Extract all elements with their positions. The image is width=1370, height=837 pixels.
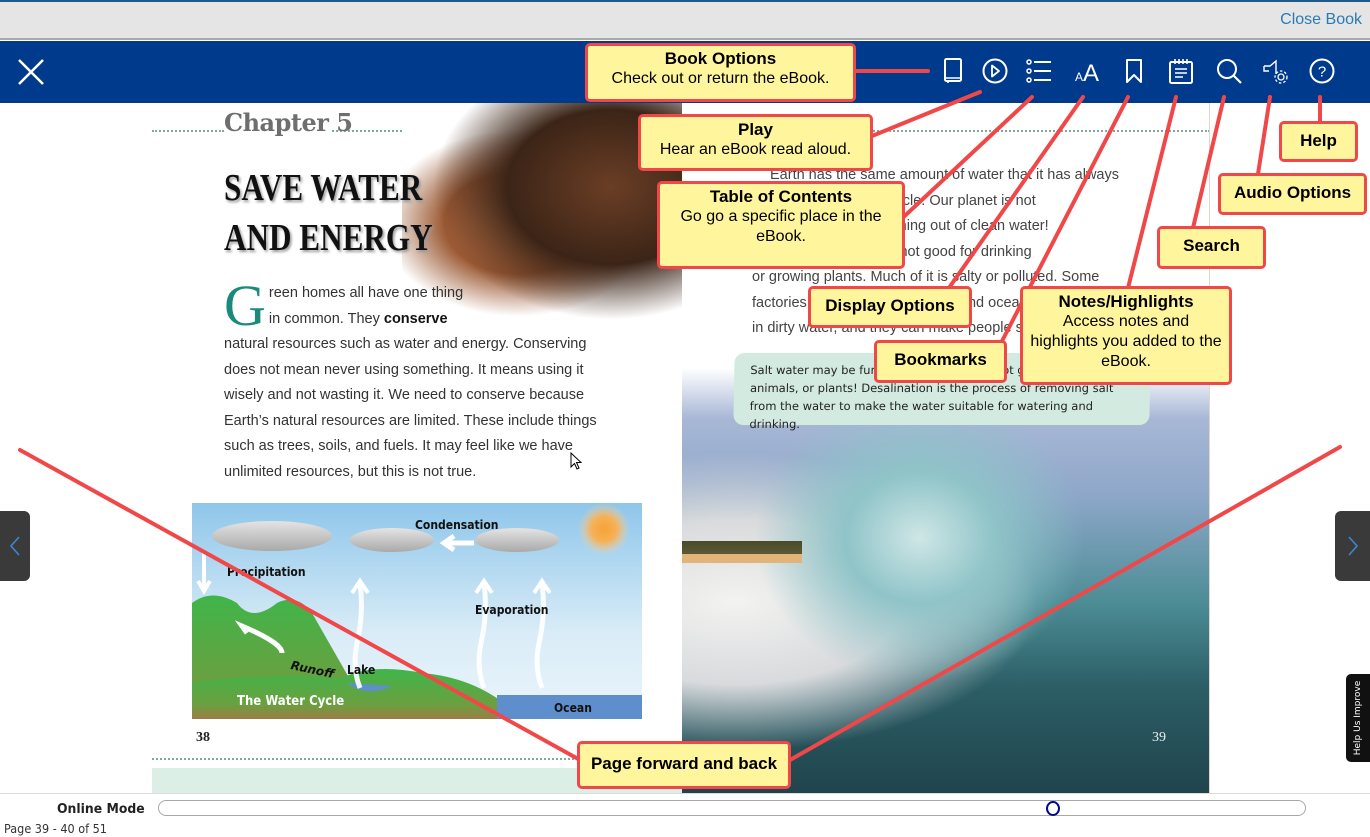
book-options-button[interactable] [937,55,969,87]
annotation-title: Table of Contents [709,187,853,206]
notes-highlights-button[interactable] [1165,55,1197,87]
annotation-desc: Check out or return the eBook. [611,70,830,87]
label-ocean: Ocean [554,701,592,715]
chapter-label: Chapter 5 [224,108,353,137]
help-button[interactable]: ? [1306,55,1338,87]
sun-icon [578,503,630,555]
close-icon [18,59,44,85]
annotation-help: Help [1279,121,1358,162]
annotation-bookmarks: Bookmarks [874,340,1007,383]
paragraph-line: reen homes all have one thing [268,285,464,301]
label-evaporation: Evaporation [475,603,549,617]
page-slider[interactable] [158,800,1306,816]
book-icon [944,58,962,83]
cloud [212,521,332,551]
paragraph-line: in common. They conserve [224,307,614,333]
table-of-contents-button[interactable] [1023,55,1055,87]
title-line-2: AND ENERGY [224,217,433,259]
bookmark-icon [1126,59,1142,83]
help-us-improve-tab[interactable]: Help Us Improve [1346,674,1370,762]
arrow [439,533,474,553]
chevron-left-icon [9,536,20,556]
play-button[interactable] [979,55,1011,87]
annotation-display-options: Display Options [808,286,972,328]
label-precipitation: Precipitation [227,565,306,579]
play-icon [982,58,1008,84]
chapter-title: SAVE WATER AND ENERGY [224,163,433,263]
left-page: Chapter 5 SAVE WATER AND ENERGY G reen h… [152,103,682,793]
annotation-desc: Access notes and highlights you added to… [1030,313,1222,370]
annotation-notes-highlights: Notes/Highlights Access notes and highlig… [1020,286,1232,385]
chapter-divider [152,130,224,132]
vocab-word[interactable]: conserve [384,311,448,327]
beach-shore [682,541,802,563]
diagram-title: The Water Cycle [237,694,345,709]
annotation-title: Search [1183,236,1240,255]
page-count: Page 39 - 40 of 51 [4,821,107,836]
label-condensation: Condensation [415,518,499,532]
annotation-book-options: Book Options Check out or return the eBoo… [585,43,856,102]
water-cycle-art [192,503,642,719]
drop-cap: G [224,273,266,338]
help-us-improve-label: Help Us Improve [1353,680,1363,756]
annotation-page-navigation: Page forward and back [577,741,791,789]
notepad-icon [1169,59,1193,84]
page-number-right: 39 [1152,730,1166,745]
annotation-desc: Hear an eBook read aloud. [659,141,852,158]
annotation-title: Display Options [825,296,955,315]
list-icon [1026,59,1051,83]
title-line-1: SAVE WATER [224,167,423,209]
mouse-cursor-icon [570,452,583,470]
annotation-audio-options: Audio Options [1218,173,1367,215]
bookmarks-button[interactable] [1118,55,1150,87]
annotation-title: Page forward and back [590,754,778,773]
annotation-desc: Go go a specific place in the eBook. [680,208,882,245]
help-icon: ? [1309,58,1335,84]
text-span: in common. They [268,310,384,327]
label-lake: Lake [347,663,376,677]
search-icon [1217,59,1242,84]
chevron-right-icon [1347,536,1358,556]
annotation-title: Play [738,120,773,139]
audio-settings-icon [1263,59,1288,84]
font-size-icon: AA [1075,60,1099,85]
annotation-play: Play Hear an eBook read aloud. [638,114,873,171]
online-mode-label: Online Mode [57,801,145,817]
paragraph-text: natural resources such as water and ener… [224,336,597,480]
annotation-table-of-contents: Table of Contents Go go a specific place … [657,181,905,269]
top-bar: Close Book [0,0,1370,40]
annotation-title: Bookmarks [894,350,987,369]
annotation-search: Search [1157,226,1266,269]
display-options-button[interactable]: AA [1071,55,1103,87]
audio-options-button[interactable] [1259,55,1291,87]
arrow [196,553,212,595]
svg-text:A: A [1075,70,1083,84]
close-reader-button[interactable] [16,57,46,87]
close-book-link[interactable]: Close Book [1280,11,1362,29]
annotation-title: Audio Options [1233,183,1352,202]
annotation-title: Notes/Highlights [1058,292,1194,311]
svg-text:A: A [1083,60,1099,85]
body-paragraph: G reen homes all have one thing in commo… [224,273,614,485]
annotation-title: Book Options [664,49,777,68]
annotation-title: Help [1300,131,1337,150]
previous-page-button[interactable] [0,511,30,581]
page-slider-thumb[interactable] [1045,801,1060,816]
search-button[interactable] [1213,55,1245,87]
footer-bar: Online Mode Page 39 - 40 of 51 [0,793,1370,837]
svg-text:?: ? [1318,64,1326,81]
next-page-button[interactable] [1335,511,1370,581]
page-number-left: 38 [196,730,210,745]
water-cycle-diagram: Condensation Precipitation Evaporation R… [192,503,642,719]
